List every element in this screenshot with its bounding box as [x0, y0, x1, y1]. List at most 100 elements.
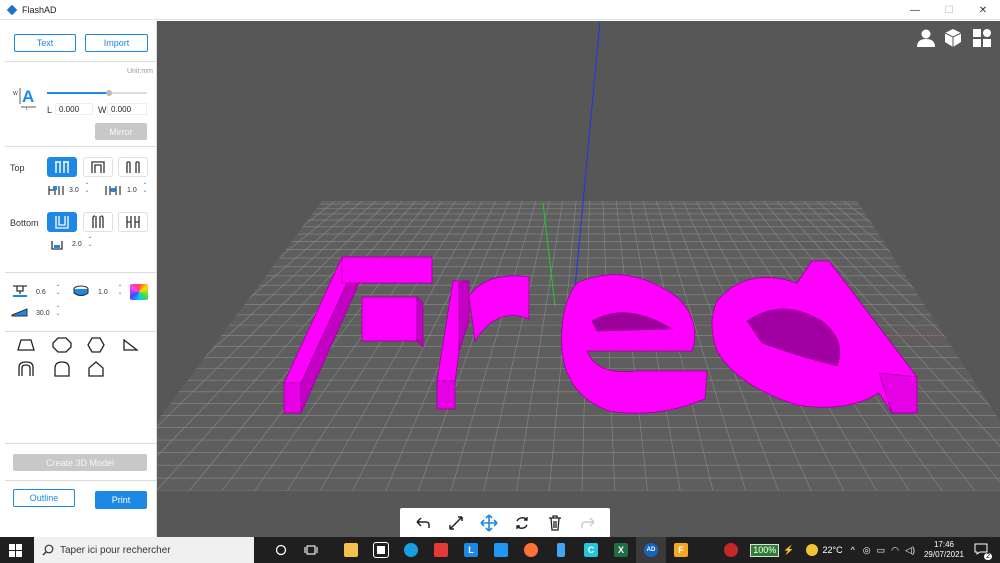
undo-button[interactable] — [412, 512, 434, 534]
top-height-icon — [47, 184, 65, 198]
octagon-icon — [52, 337, 72, 353]
notifications-button[interactable]: 2 — [974, 543, 992, 560]
taskbar-app-red[interactable] — [426, 537, 456, 563]
build-plate-scene — [157, 21, 1000, 491]
taskbar-flashad[interactable]: AD — [636, 537, 666, 563]
divider — [5, 61, 157, 62]
taskbar-firefox[interactable] — [516, 537, 546, 563]
color-picker-icon[interactable] — [130, 284, 148, 300]
layer-height-stepper[interactable]: ⌃ ⌄ — [117, 285, 123, 296]
taskbar-app-f[interactable]: F — [666, 537, 696, 563]
battery-indicator[interactable]: 100% — [750, 543, 780, 557]
scale-icon — [448, 516, 463, 530]
cube-view-icon[interactable] — [943, 28, 963, 50]
chevron-up-icon[interactable]: ^ — [851, 545, 855, 555]
bottom-value-stepper[interactable]: ⌃ ⌄ — [87, 237, 93, 248]
nozzle-value: 0.6 — [36, 289, 46, 296]
width-field[interactable]: 0.000 — [107, 103, 147, 115]
maximize-button[interactable]: ☐ — [932, 0, 966, 20]
bottom-style-2-button[interactable] — [83, 212, 113, 232]
angle-icon — [11, 306, 29, 320]
bottom-style-1-button[interactable] — [47, 212, 77, 232]
taskbar-edge[interactable] — [396, 537, 426, 563]
shape-trapezoid-button[interactable] — [15, 335, 37, 355]
folder-icon — [344, 543, 358, 557]
divider — [5, 146, 157, 147]
top-style-1-button[interactable] — [47, 157, 77, 177]
taskbar-app-c[interactable]: C — [576, 537, 606, 563]
taskbar-search-box[interactable]: Taper ici pour rechercher — [34, 537, 254, 563]
3d-viewport[interactable] — [157, 21, 1000, 537]
shape-hexagon-button[interactable] — [85, 335, 107, 355]
app-logo-icon — [6, 4, 18, 15]
taskbar-excel[interactable]: X — [606, 537, 636, 563]
import-button[interactable]: Import — [85, 34, 148, 52]
house-icon — [88, 361, 104, 377]
top-style-3-icon — [126, 161, 140, 173]
move-button[interactable] — [478, 512, 500, 534]
slider-thumb[interactable] — [106, 90, 112, 96]
angle-stepper[interactable]: ⌃ ⌄ — [55, 306, 61, 317]
taskbar-clock[interactable]: 17:46 29/07/2021 — [924, 540, 964, 560]
top-value-2-stepper[interactable]: ⌃ ⌄ — [142, 183, 148, 194]
top-style-2-button[interactable] — [83, 157, 113, 177]
taskbar-app-l[interactable]: L — [456, 537, 486, 563]
top-value-1-stepper[interactable]: ⌃ ⌄ — [84, 183, 90, 194]
apps-grid-icon[interactable] — [972, 28, 992, 50]
network-icon[interactable]: ▭ — [877, 545, 886, 556]
svg-text:W: W — [13, 91, 18, 97]
f-app-icon: F — [674, 543, 688, 557]
shape-house-button[interactable] — [85, 359, 107, 379]
edge-icon — [404, 543, 418, 557]
redo-icon — [580, 517, 595, 528]
clock-date: 29/07/2021 — [923, 550, 964, 559]
hexagon-icon — [87, 337, 105, 353]
close-button[interactable]: ✕ — [966, 0, 1000, 20]
taskbar-file-explorer[interactable] — [336, 537, 366, 563]
left-panel: Text Import Unit:mm A W L L 0.000 W 0.00… — [5, 21, 157, 536]
excel-icon: X — [614, 543, 628, 557]
taskbar-store[interactable] — [366, 537, 396, 563]
shape-arch-button[interactable] — [15, 359, 37, 379]
start-button[interactable] — [0, 537, 30, 563]
outline-button[interactable]: Outline — [13, 489, 75, 507]
shape-triangle-button[interactable] — [119, 335, 141, 355]
shape-octagon-button[interactable] — [51, 335, 73, 355]
rotate-button[interactable] — [511, 512, 533, 534]
minimize-button[interactable]: — — [898, 0, 932, 20]
wifi-icon[interactable]: ◠ — [891, 545, 899, 556]
volume-icon[interactable]: ◁) — [905, 545, 915, 556]
top-value-2: 1.0 — [127, 187, 137, 194]
task-view-button[interactable] — [296, 537, 326, 563]
length-field[interactable]: 0.000 — [55, 103, 93, 115]
temperature[interactable]: 22°C — [822, 545, 842, 555]
delete-button[interactable] — [544, 512, 566, 534]
size-slider[interactable] — [47, 90, 147, 96]
create-3d-model-button[interactable]: Create 3D Model — [13, 454, 147, 471]
length-label: L — [47, 105, 53, 115]
top-style-3-button[interactable] — [118, 157, 148, 177]
camera-icon[interactable]: ◎ — [863, 545, 871, 556]
redo-button[interactable] — [577, 512, 599, 534]
unit-label: Unit:mm — [126, 68, 153, 75]
width-label: W — [98, 105, 107, 115]
account-icon[interactable] — [916, 28, 936, 50]
nozzle-stepper[interactable]: ⌃ ⌄ — [55, 285, 61, 296]
shape-round-arch-button[interactable] — [51, 359, 73, 379]
windows-taskbar: Taper ici pour rechercher L C X AD F 100… — [0, 537, 1000, 563]
bottom-style-3-button[interactable] — [118, 212, 148, 232]
mirror-button[interactable]: Mirror — [95, 123, 147, 140]
taskbar-mail[interactable] — [486, 537, 516, 563]
mail-icon — [494, 543, 508, 557]
power-plug-icon: ⚡ — [783, 544, 795, 555]
print-button[interactable]: Print — [95, 491, 147, 509]
system-tray: 100% ⚡ 22°C ^ ◎ ▭ ◠ ◁) 17:46 29/07/2021 … — [724, 537, 1000, 563]
bottom-depth-icon — [50, 239, 66, 253]
divider — [5, 443, 157, 444]
text-button[interactable]: Text — [14, 34, 76, 52]
l-app-icon: L — [464, 543, 478, 557]
antivirus-icon[interactable] — [724, 543, 739, 557]
scale-button[interactable] — [445, 512, 467, 534]
taskbar-app-blue[interactable] — [546, 537, 576, 563]
cortana-button[interactable] — [266, 537, 296, 563]
